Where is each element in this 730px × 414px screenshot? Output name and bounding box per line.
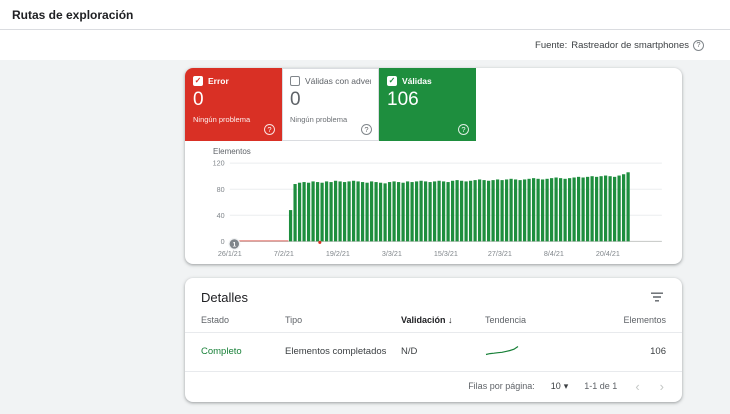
col-tipo[interactable]: Tipo bbox=[285, 315, 401, 325]
rows-per-page-label: Filas por página: bbox=[468, 381, 535, 392]
col-validacion-label: Validación bbox=[401, 314, 446, 325]
page-header: Rutas de exploración bbox=[0, 0, 730, 30]
svg-text:3/3/21: 3/3/21 bbox=[382, 249, 402, 258]
next-page-icon[interactable]: › bbox=[658, 380, 666, 393]
col-validacion[interactable]: Validación ↓ bbox=[401, 315, 485, 325]
valid-warn-tile-header: Válidas con adver... bbox=[290, 76, 371, 86]
error-tile-header: ✓ Error bbox=[193, 76, 274, 86]
error-checkbox[interactable]: ✓ bbox=[193, 76, 203, 86]
help-glyph: ? bbox=[461, 124, 466, 134]
status-tiles: ✓ Error 0 Ningún problema ? Válidas con … bbox=[185, 68, 682, 141]
source-label: Fuente: bbox=[535, 39, 568, 51]
crawl-chart-svg: 0 40 80 120 26/1/21 7/2/21 19/2/21 3/3/21 15/3/2… bbox=[213, 159, 662, 258]
report-card: ✓ Error 0 Ningún problema ? Válidas con … bbox=[185, 68, 682, 264]
valid-tile-header: ✓ Válidas bbox=[387, 76, 468, 86]
svg-text:7/2/21: 7/2/21 bbox=[274, 249, 294, 258]
source-help-icon[interactable]: ? bbox=[693, 39, 704, 51]
error-tile-label: Error bbox=[208, 76, 229, 86]
svg-text:40: 40 bbox=[217, 211, 225, 220]
valid-warn-subtext: Ningún problema bbox=[290, 115, 348, 124]
check-icon: ✓ bbox=[194, 76, 202, 85]
row-estado-link[interactable]: Completo bbox=[201, 346, 285, 357]
svg-text:20/4/21: 20/4/21 bbox=[596, 249, 620, 258]
valid-warn-tile-label: Válidas con adver... bbox=[305, 76, 371, 86]
details-table-header: Estado Tipo Validación ↓ Tendencia Eleme… bbox=[185, 313, 682, 333]
svg-text:1: 1 bbox=[232, 242, 236, 249]
row-validacion: N/D bbox=[401, 345, 418, 357]
page-title: Rutas de exploración bbox=[12, 7, 134, 22]
error-help-icon[interactable]: ? bbox=[264, 124, 275, 135]
help-glyph: ? bbox=[696, 40, 701, 50]
row-tipo: Elementos completados bbox=[285, 345, 387, 357]
valid-help-icon[interactable]: ? bbox=[458, 124, 469, 135]
pagination-range: 1-1 de 1 bbox=[584, 381, 618, 392]
rows-per-page-select[interactable]: 10 ▾ bbox=[551, 381, 569, 392]
col-elementos[interactable]: Elementos bbox=[602, 315, 666, 325]
details-title: Detalles bbox=[201, 289, 248, 305]
valid-count: 106 bbox=[387, 89, 419, 110]
error-subtext: Ningún problema bbox=[193, 115, 251, 124]
valid-tile-label: Válidas bbox=[402, 76, 432, 86]
help-glyph: ? bbox=[267, 124, 272, 134]
error-count: 0 bbox=[193, 89, 204, 110]
valid-warn-checkbox[interactable] bbox=[290, 76, 300, 86]
col-tendencia[interactable]: Tendencia bbox=[485, 315, 602, 325]
svg-text:26/1/21: 26/1/21 bbox=[218, 249, 242, 258]
svg-text:27/3/21: 27/3/21 bbox=[488, 249, 512, 258]
check-icon: ✓ bbox=[388, 76, 396, 85]
rows-per-page-value: 10 bbox=[550, 381, 561, 392]
prev-page-icon[interactable]: ‹ bbox=[633, 380, 641, 393]
svg-text:15/3/21: 15/3/21 bbox=[434, 249, 458, 258]
valid-checkbox[interactable]: ✓ bbox=[387, 76, 397, 86]
error-tile[interactable]: ✓ Error 0 Ningún problema ? bbox=[185, 68, 282, 141]
svg-text:120: 120 bbox=[213, 159, 225, 168]
col-estado[interactable]: Estado bbox=[201, 315, 285, 325]
details-card: Detalles Estado Tipo Validación ↓ Tenden… bbox=[185, 277, 682, 402]
valid-with-warnings-tile[interactable]: Válidas con adver... 0 Ningún problema ? bbox=[282, 68, 379, 141]
valid-warn-count: 0 bbox=[290, 89, 301, 110]
svg-text:19/2/21: 19/2/21 bbox=[326, 249, 350, 258]
main-content: ✓ Error 0 Ningún problema ? Válidas con … bbox=[0, 60, 730, 402]
valid-warn-help-icon[interactable]: ? bbox=[361, 124, 372, 135]
pagination-bar: Filas por página: 10 ▾ 1-1 de 1 ‹ › bbox=[185, 372, 682, 402]
source-bar: Fuente: Rastreador de smartphones ? bbox=[0, 30, 730, 60]
help-glyph: ? bbox=[364, 124, 369, 134]
table-row[interactable]: Completo Elementos completados N/D 106 bbox=[185, 333, 682, 372]
crawl-chart: Elementos 0 40 80 120 26/1/21 7/2/21 19/2/21 3/… bbox=[185, 141, 682, 264]
row-elementos: 106 bbox=[650, 345, 666, 357]
filter-icon[interactable] bbox=[648, 290, 666, 304]
valid-tile[interactable]: ✓ Válidas 106 ? bbox=[379, 68, 476, 141]
svg-text:0: 0 bbox=[221, 237, 225, 246]
chevron-down-icon: ▾ bbox=[563, 380, 569, 391]
svg-text:8/4/21: 8/4/21 bbox=[544, 249, 564, 258]
trend-sparkline bbox=[485, 345, 519, 356]
svg-text:80: 80 bbox=[217, 185, 225, 194]
sort-desc-icon: ↓ bbox=[448, 314, 453, 325]
chart-ylabel: Elementos bbox=[213, 147, 251, 156]
source-value: Rastreador de smartphones bbox=[571, 39, 689, 51]
row-tendencia bbox=[485, 344, 602, 359]
